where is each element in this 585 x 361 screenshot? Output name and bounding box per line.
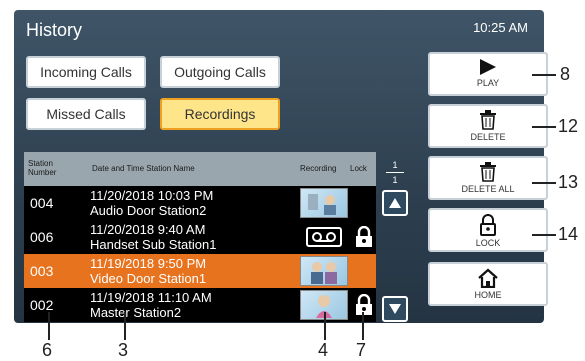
- scroll-up-button[interactable]: [382, 190, 408, 216]
- page-total: 1: [392, 175, 398, 185]
- station-number: 004: [30, 195, 54, 211]
- row-datetime: 11/20/2018 10:03 PM: [90, 188, 214, 203]
- callout-13: 13: [558, 172, 579, 192]
- page-title: History: [26, 20, 83, 40]
- callout-4: 4: [318, 340, 329, 360]
- lock-icon: [480, 214, 496, 236]
- callout-line-3: [124, 312, 126, 340]
- callout-line-14: [532, 234, 556, 236]
- lock-label: LOCK: [475, 238, 501, 248]
- play-icon: [480, 59, 496, 75]
- row-station-name: Master Station2: [90, 305, 182, 320]
- callout-7: 7: [356, 340, 367, 360]
- row-station-name: Video Door Station1: [90, 271, 207, 286]
- home-icon: [478, 268, 498, 288]
- play-label: PLAY: [476, 78, 500, 88]
- arrow-up-icon: [389, 198, 401, 208]
- callout-line-6: [48, 312, 50, 340]
- play-button[interactable]: PLAY: [428, 52, 548, 96]
- callout-8: 8: [560, 64, 571, 84]
- station-number: 003: [30, 263, 54, 279]
- header-date-station: Date and Time Station Name: [92, 163, 195, 173]
- callout-line-8: [532, 74, 556, 76]
- callout-14: 14: [558, 224, 579, 244]
- delete-button[interactable]: DELETE: [428, 104, 548, 148]
- callout-line-4: [324, 312, 326, 340]
- delete-all-label: DELETE ALL: [461, 184, 515, 194]
- row-details: 11/20/2018 10:03 PM Audio Door Station2: [90, 188, 213, 218]
- row-station-name: Audio Door Station2: [90, 203, 207, 218]
- callout-3: 3: [118, 340, 129, 360]
- table-header: Station Number Date and Time Station Nam…: [24, 152, 376, 186]
- callout-line-7: [362, 312, 364, 340]
- delete-label: DELETE: [470, 132, 506, 142]
- home-button[interactable]: HOME: [428, 262, 548, 306]
- missed-calls-button[interactable]: Missed Calls: [26, 98, 146, 130]
- callout-line-13: [532, 182, 556, 184]
- station-number: 006: [30, 229, 54, 245]
- header-recording: Recording: [300, 163, 337, 173]
- arrow-down-icon: [389, 304, 401, 314]
- recording-thumbnail-icon[interactable]: [300, 256, 348, 286]
- header-lock: Lock: [350, 163, 367, 173]
- trash-icon: [480, 110, 496, 130]
- lock-icon: [354, 225, 374, 248]
- clock: 10:25 AM: [473, 20, 528, 35]
- history-screen: History 10:25 AM Incoming Calls Outgoing…: [14, 10, 548, 323]
- callout-12: 12: [558, 116, 579, 136]
- row-datetime: 11/19/2018 11:10 AM: [90, 290, 212, 305]
- tape-recording-icon[interactable]: [300, 222, 348, 252]
- incoming-calls-button[interactable]: Incoming Calls: [26, 56, 146, 88]
- table-row[interactable]: 006 11/20/2018 9:40 AM Handset Sub Stati…: [24, 220, 376, 254]
- row-datetime: 11/19/2018 9:50 PM: [90, 256, 207, 271]
- table-row[interactable]: 004 11/20/2018 10:03 PM Audio Door Stati…: [24, 186, 376, 220]
- station-number: 002: [30, 297, 54, 313]
- outgoing-calls-button[interactable]: Outgoing Calls: [160, 56, 280, 88]
- lock-button[interactable]: LOCK: [428, 208, 548, 252]
- row-details: 11/19/2018 11:10 AM Master Station2: [90, 290, 212, 320]
- scroll-down-button[interactable]: [382, 296, 408, 322]
- row-station-name: Handset Sub Station1: [90, 237, 217, 252]
- page-indicator: 1 1: [386, 160, 404, 185]
- recording-thumbnail-icon[interactable]: [300, 188, 348, 218]
- trash-icon: [480, 162, 496, 182]
- page-current: 1: [392, 160, 398, 170]
- delete-all-button[interactable]: DELETE ALL: [428, 156, 548, 200]
- table-row[interactable]: 003 11/19/2018 9:50 PM Video Door Statio…: [24, 254, 376, 288]
- callout-6: 6: [42, 340, 53, 360]
- home-label: HOME: [474, 290, 502, 300]
- lock-icon: [354, 293, 374, 316]
- recordings-button[interactable]: Recordings: [160, 98, 280, 130]
- row-details: 11/19/2018 9:50 PM Video Door Station1: [90, 256, 206, 286]
- row-datetime: 11/20/2018 9:40 AM: [90, 222, 206, 237]
- row-details: 11/20/2018 9:40 AM Handset Sub Station1: [90, 222, 216, 252]
- header-station-number: Station Number: [28, 159, 57, 177]
- callout-line-12: [532, 126, 556, 128]
